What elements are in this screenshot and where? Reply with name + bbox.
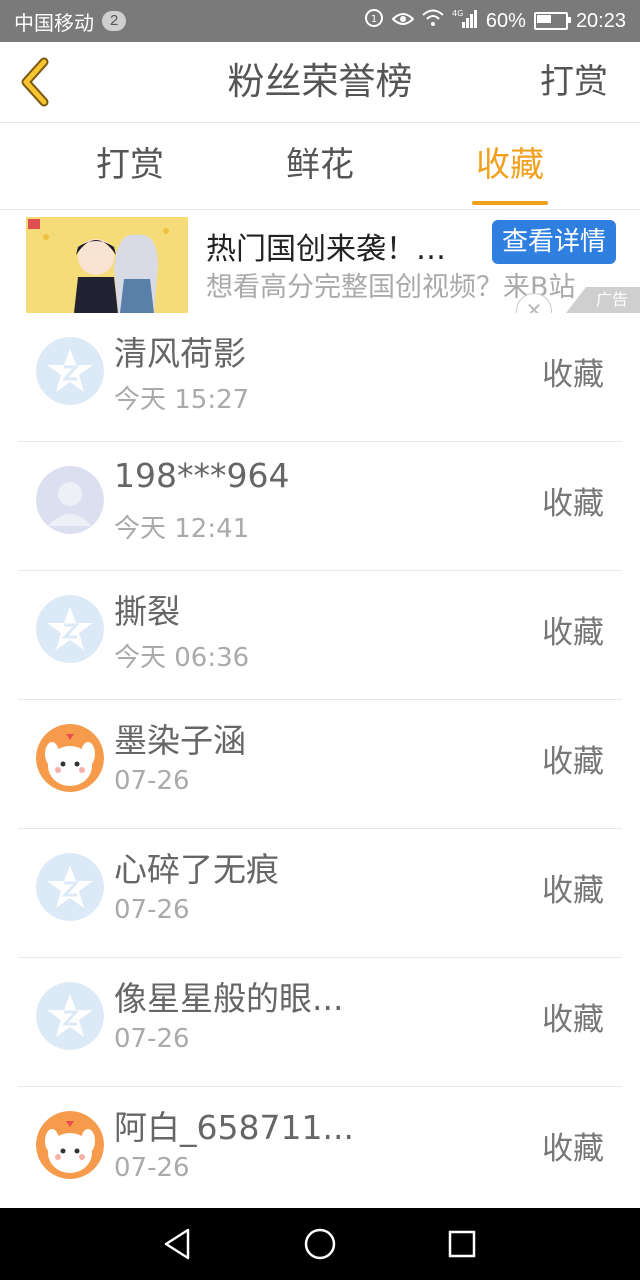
status-bar: 中国移动 2 1 4G 60% 20:23 — [0, 0, 640, 42]
svg-text:4G: 4G — [452, 9, 463, 18]
notification-count-badge: 2 — [102, 11, 127, 31]
qq-star-icon[interactable] — [36, 853, 104, 921]
qq-star-icon[interactable] — [36, 337, 104, 405]
eye-icon — [391, 10, 415, 33]
list-item[interactable]: 心碎了无痕 07-26 收藏 — [0, 829, 640, 958]
circle-home-icon[interactable] — [300, 1224, 340, 1264]
tab-flowers[interactable]: 鲜花 — [240, 123, 400, 209]
active-tab-indicator — [472, 201, 548, 205]
svg-text:1: 1 — [371, 14, 377, 25]
reward-button[interactable]: 打赏 — [540, 42, 608, 122]
signal-icon: 4G — [452, 8, 478, 34]
list-item[interactable]: 像星星般的眼... 07-26 收藏 — [0, 958, 640, 1087]
user-name: 墨染子涵 — [114, 721, 246, 760]
qq-star-icon[interactable] — [36, 595, 104, 663]
timestamp: 07-26 — [114, 895, 190, 925]
cute-character-avatar[interactable] — [36, 724, 104, 792]
qq-star-icon[interactable] — [36, 982, 104, 1050]
ad-subtitle[interactable]: 想看高分完整国创视频？来B站 — [206, 268, 616, 308]
action-label: 收藏 — [542, 1002, 604, 1038]
action-label: 收藏 — [542, 873, 604, 909]
tab-reward[interactable]: 打赏 — [50, 123, 210, 209]
ad-image[interactable] — [26, 217, 188, 313]
timestamp: 今天 12:41 — [114, 514, 250, 544]
system-nav-bar — [0, 1208, 640, 1280]
timestamp: 07-26 — [114, 766, 190, 796]
action-label: 收藏 — [542, 615, 604, 651]
user-name: 像星星般的眼... — [114, 979, 344, 1018]
timestamp: 今天 15:27 — [114, 385, 250, 415]
user-name: 198***964 — [114, 456, 290, 495]
carrier-label: 中国移动 — [14, 12, 94, 35]
default-person-icon[interactable] — [36, 466, 104, 534]
triangle-back-icon[interactable] — [158, 1224, 198, 1264]
list-item[interactable]: 墨染子涵 07-26 收藏 — [0, 700, 640, 829]
tab-bar: 打赏 鲜花 收藏 — [0, 123, 640, 210]
action-label: 收藏 — [542, 486, 604, 522]
list-item[interactable]: 198***964 今天 12:41 收藏 — [0, 442, 640, 571]
timestamp: 07-26 — [114, 1024, 190, 1054]
action-label: 收藏 — [542, 744, 604, 780]
data-saver-icon: 1 — [364, 8, 384, 34]
timestamp: 07-26 — [114, 1153, 190, 1183]
list-item[interactable]: 清风荷影 今天 15:27 收藏 — [0, 313, 640, 442]
timestamp: 今天 06:36 — [114, 643, 250, 673]
action-label: 收藏 — [542, 357, 604, 393]
cute-character-avatar[interactable] — [36, 1111, 104, 1179]
list-item[interactable]: 撕裂 今天 06:36 收藏 — [0, 571, 640, 700]
user-name: 阿白_658711... — [114, 1108, 354, 1147]
ad-title[interactable]: 热门国创来袭！… — [206, 224, 481, 268]
battery-percent: 60% — [485, 9, 526, 32]
clock: 20:23 — [575, 9, 626, 32]
tab-favorites[interactable]: 收藏 — [430, 123, 590, 209]
list-item[interactable]: 阿白_658711... 07-26 收藏 — [0, 1087, 640, 1216]
header: 粉丝荣誉榜 打赏 — [0, 42, 640, 123]
action-label: 收藏 — [542, 1131, 604, 1167]
user-name: 心碎了无痕 — [114, 850, 279, 889]
ad-banner[interactable]: 热门国创来袭！… 查看详情 想看高分完整国创视频？来B站 ✕ — [0, 210, 640, 313]
battery-level-fill — [536, 15, 551, 23]
view-details-button[interactable]: 查看详情 — [492, 220, 616, 264]
battery-icon — [533, 12, 571, 30]
square-recents-icon[interactable] — [442, 1224, 482, 1264]
wifi-icon — [422, 9, 444, 33]
user-name: 撕裂 — [114, 592, 180, 631]
user-name: 清风荷影 — [114, 334, 246, 373]
favorites-list: 清风荷影 今天 15:27 收藏 198***964 今天 12:41 收藏 撕… — [0, 313, 640, 1216]
